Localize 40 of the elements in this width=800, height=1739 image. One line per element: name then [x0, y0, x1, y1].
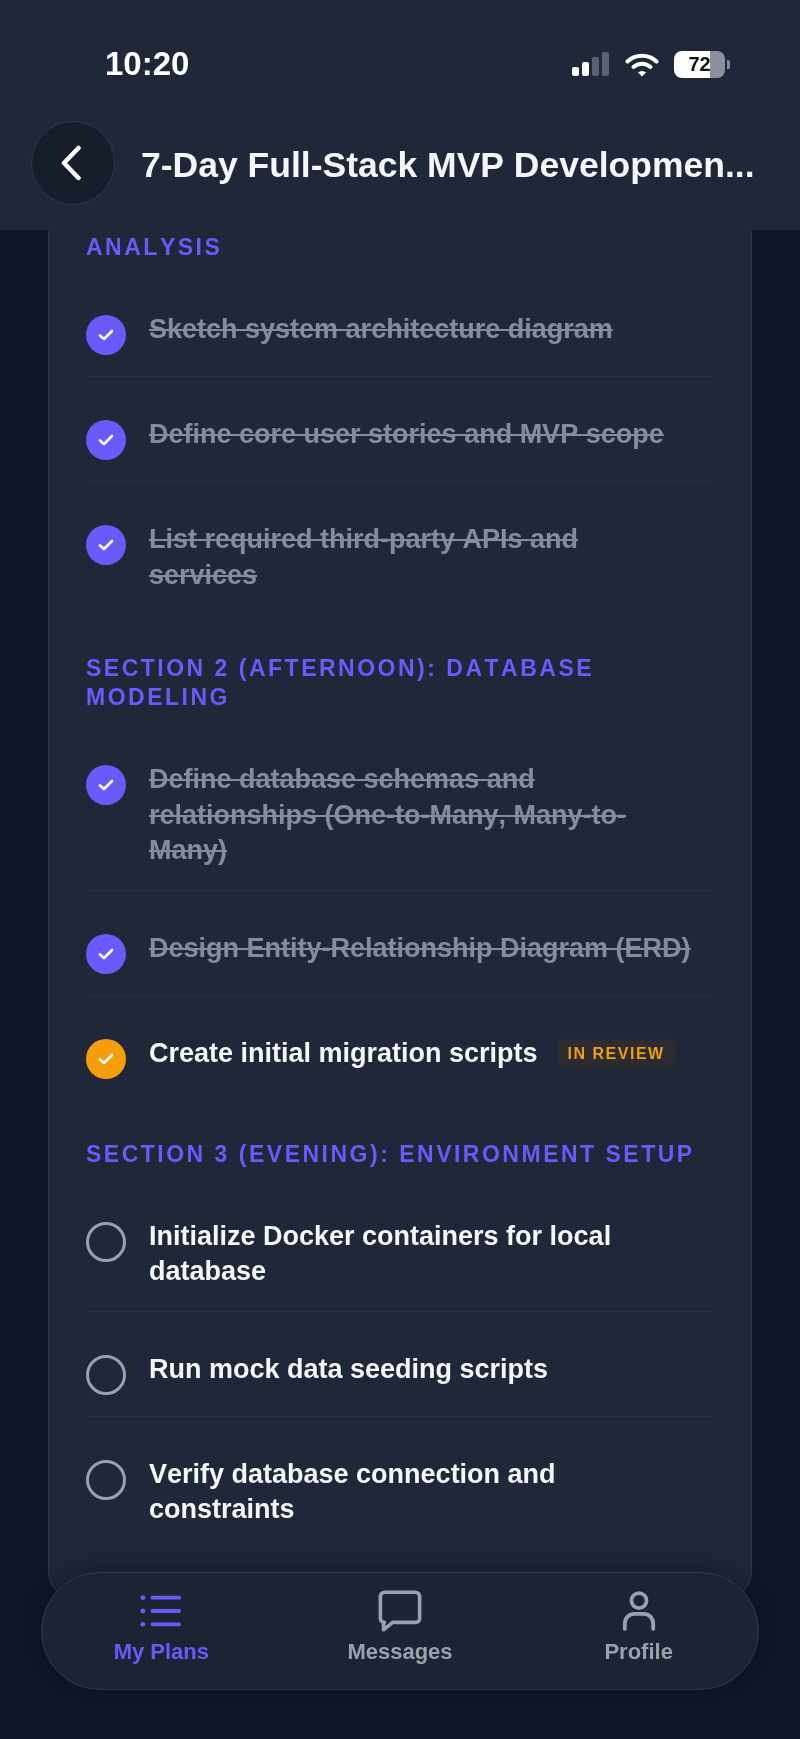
page-title: 7-Day Full-Stack MVP Developmen...: [141, 144, 755, 187]
nav-tab[interactable]: My Plans: [103, 1573, 219, 1670]
task-text: Create initial migration scripts: [149, 1036, 538, 1070]
checkbox[interactable]: [86, 765, 126, 805]
checkbox[interactable]: [86, 525, 126, 565]
task-text: Verify database connection and constraints: [149, 1457, 557, 1526]
checkmark-icon: [98, 329, 114, 341]
section-heading: SECTION 2 (AFTERNOON): DATABASE MODELING: [86, 654, 596, 712]
checkbox[interactable]: [86, 1459, 126, 1500]
checkmark-icon: [98, 1052, 114, 1065]
checkbox[interactable]: [86, 1221, 126, 1262]
checkbox[interactable]: [86, 315, 126, 355]
nav-tab[interactable]: Profile: [594, 1573, 683, 1670]
task-text: Design Entity-Relationship Diagram (ERD): [149, 931, 691, 965]
task-text: List required third-party APIs and services: [149, 523, 580, 592]
checkmark-icon: [98, 947, 114, 960]
checkmark-icon: [98, 434, 114, 446]
checkmark-icon: [98, 779, 114, 791]
checkbox[interactable]: [86, 420, 126, 460]
status-badge: IN REVIEW: [556, 1038, 676, 1068]
battery-percent: 72: [674, 50, 725, 78]
section-heading: ANALYSIS: [86, 233, 224, 262]
chevron-left-icon: [60, 145, 82, 181]
task-text: Define database schemas and relationships (One-to-Many, Many-to-Many): [149, 763, 627, 867]
checkbox[interactable]: [86, 933, 126, 974]
task-text: Sketch system architecture diagram: [149, 313, 613, 346]
nav-tab[interactable]: Messages: [337, 1573, 463, 1670]
checkbox[interactable]: [86, 1038, 126, 1079]
person-icon: [621, 1591, 656, 1631]
list-icon: [140, 1593, 183, 1629]
task-text: Run mock data seeding scripts: [149, 1352, 549, 1386]
task-text: Define core user stories and MVP scope: [149, 418, 664, 451]
signal-icon: [572, 52, 610, 76]
checkbox[interactable]: [86, 1354, 126, 1395]
checkmark-icon: [98, 539, 114, 551]
wifi-icon: [625, 51, 659, 77]
task-text: Initialize Docker containers for local database: [149, 1219, 613, 1288]
section-heading: SECTION 3 (EVENING): ENVIRONMENT SETUP: [86, 1139, 696, 1169]
speech-bubble-icon: [377, 1590, 423, 1632]
status-time: 10:20: [105, 44, 190, 84]
